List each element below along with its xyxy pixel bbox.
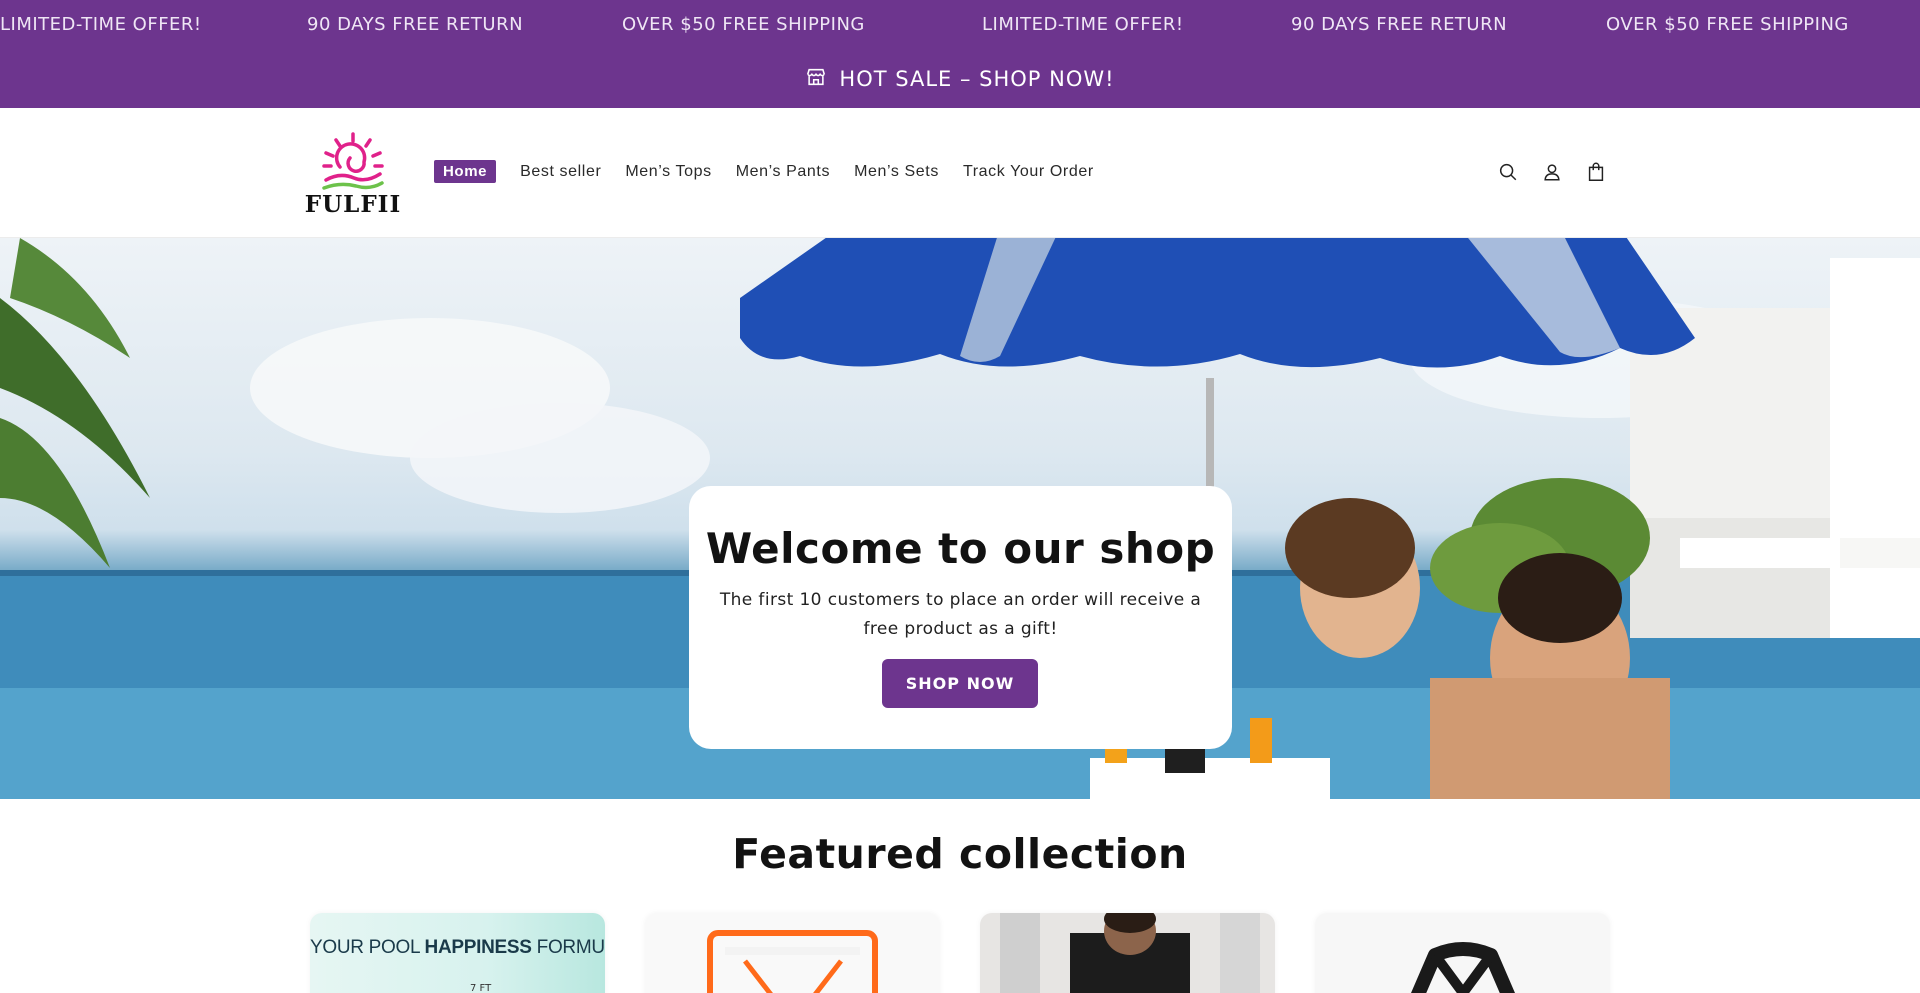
account-icon[interactable] xyxy=(1540,160,1564,184)
featured-collection-title: Featured collection xyxy=(732,830,1188,878)
announcement-bar: LIMITED-TIME OFFER! 90 DAYS FREE RETURN … xyxy=(0,0,1920,108)
hero-banner: Welcome to our shop The first 10 custome… xyxy=(0,238,1920,799)
product-image xyxy=(1000,913,1260,993)
site-header: FULFII Home Best seller Men’s Tops Men’s… xyxy=(0,108,1920,238)
product-image xyxy=(1410,942,1516,993)
ticker-item: OVER $50 FREE SHIPPING xyxy=(622,14,865,35)
product-card[interactable] xyxy=(1315,913,1610,993)
store-icon xyxy=(805,66,827,92)
product-card[interactable] xyxy=(980,913,1275,993)
product-image xyxy=(707,930,878,993)
hero-card: Welcome to our shop The first 10 custome… xyxy=(689,486,1232,749)
logo-text: FULFII xyxy=(304,191,402,218)
nav-item-mens-tops[interactable]: Men’s Tops xyxy=(625,163,711,181)
main-nav: Home Best seller Men’s Tops Men’s Pants … xyxy=(434,160,1094,183)
shop-now-button[interactable]: SHOP NOW xyxy=(882,659,1038,708)
sun-logo-icon xyxy=(322,132,384,190)
product-image-text: YOUR POOL HAPPINESS FORMUL xyxy=(310,937,605,959)
header-icons xyxy=(1496,160,1608,184)
ticker-item: LIMITED-TIME OFFER! xyxy=(0,14,202,35)
product-card[interactable] xyxy=(645,913,940,993)
ticker-item: LIMITED-TIME OFFER! xyxy=(982,14,1184,35)
ticker-item: 90 DAYS FREE RETURN xyxy=(307,14,524,35)
cart-icon[interactable] xyxy=(1584,160,1608,184)
hot-sale-text: HOT SALE – SHOP NOW! xyxy=(839,67,1115,91)
nav-item-home[interactable]: Home xyxy=(434,160,497,183)
ticker-item: 90 DAYS FREE RETURN xyxy=(1291,14,1508,35)
nav-item-track-order[interactable]: Track Your Order xyxy=(963,163,1094,181)
product-image-text-bold: HAPPINESS xyxy=(424,937,532,958)
nav-item-mens-sets[interactable]: Men’s Sets xyxy=(854,163,939,181)
product-image-text-part: YOUR POOL xyxy=(310,937,425,958)
product-image-text-part: FORMUL xyxy=(536,937,605,958)
announcement-ticker: LIMITED-TIME OFFER! 90 DAYS FREE RETURN … xyxy=(0,0,1920,50)
ticker-item: OVER $50 FREE SHIPPING xyxy=(1606,14,1849,35)
search-icon[interactable] xyxy=(1496,160,1520,184)
hero-subtitle: The first 10 customers to place an order… xyxy=(719,590,1202,639)
product-card[interactable]: YOUR POOL HAPPINESS FORMUL 7 FT xyxy=(310,913,605,993)
hot-sale-link[interactable]: HOT SALE – SHOP NOW! xyxy=(0,64,1920,94)
hero-title: Welcome to our shop xyxy=(705,524,1216,573)
product-image-subtext: 7 FT xyxy=(470,983,492,993)
nav-item-best-seller[interactable]: Best seller xyxy=(520,163,601,181)
site-logo[interactable]: FULFII xyxy=(300,128,406,218)
nav-item-mens-pants[interactable]: Men’s Pants xyxy=(736,163,830,181)
